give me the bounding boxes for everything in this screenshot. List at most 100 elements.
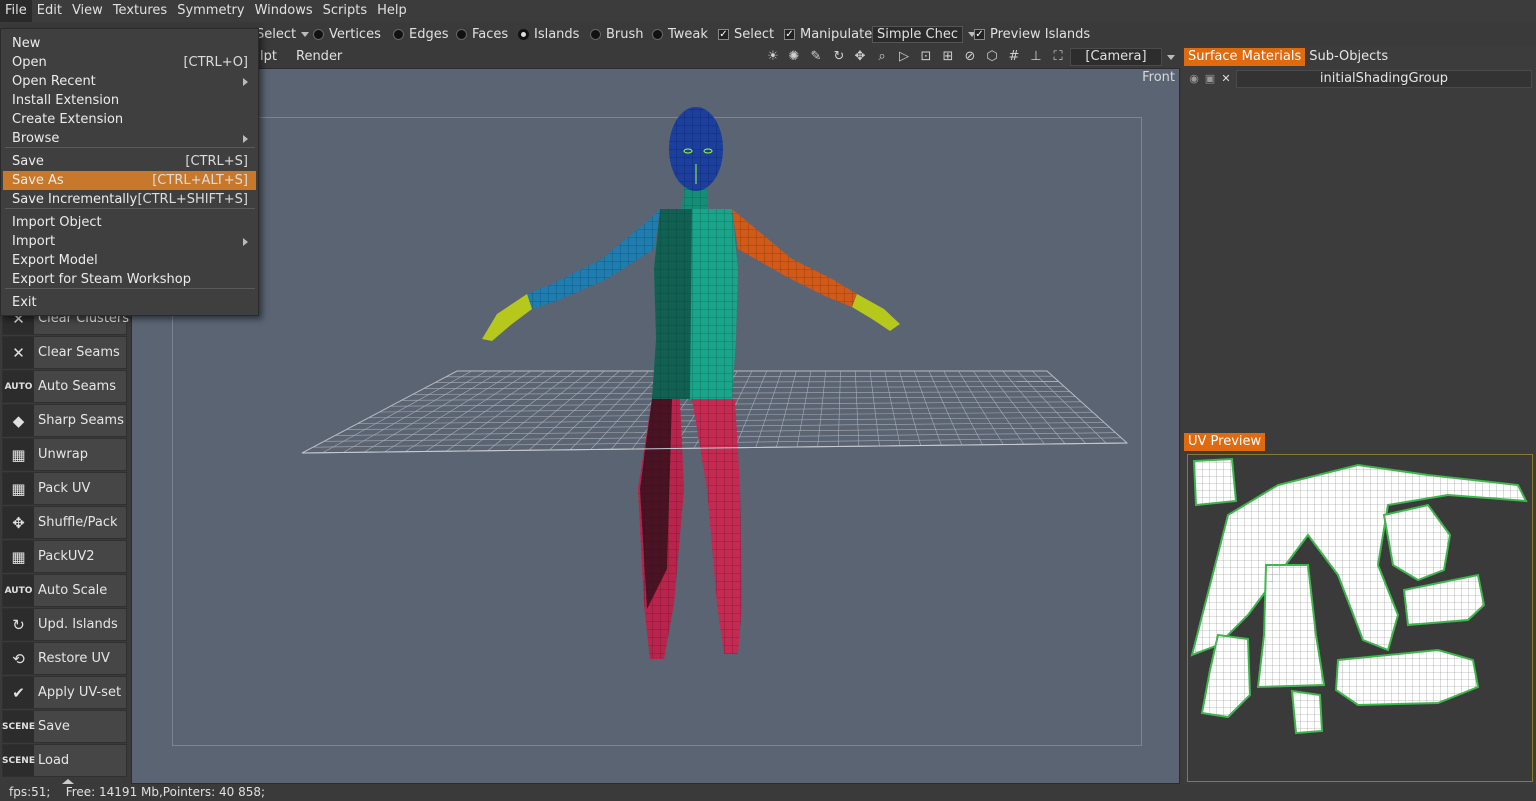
axis-icon[interactable]: ⊥: [1028, 49, 1044, 65]
tool-button-sharp-seams[interactable]: ◆ Sharp Seams: [2, 404, 127, 437]
tool-button-save[interactable]: SCENE Save: [2, 710, 127, 743]
menu-item-label: Exit: [12, 295, 37, 310]
tool-button-upd-islands[interactable]: ↻ Upd. Islands: [2, 608, 127, 641]
menu-view[interactable]: View: [67, 0, 108, 22]
menu-item-shortcut: [CTRL+O]: [183, 55, 248, 70]
lock-icon[interactable]: ▣: [1202, 71, 1218, 87]
file-menu-item-new[interactable]: New: [3, 34, 256, 53]
mode-label: Islands: [534, 27, 580, 42]
file-menu-item-create-extension[interactable]: Create Extension: [3, 110, 256, 129]
file-menu-item-save-as[interactable]: Save As [CTRL+ALT+S]: [3, 171, 256, 190]
manipulate-checkbox[interactable]: ✓ Manipulate: [784, 26, 872, 43]
tool-button-clear-seams[interactable]: ✕ Clear Seams: [2, 336, 127, 369]
fit-selected-icon[interactable]: ⊞: [940, 49, 956, 65]
mode-brush[interactable]: Brush: [590, 26, 644, 43]
file-menu-item-browse[interactable]: Browse: [3, 129, 256, 148]
tool-button-shuffle-pack[interactable]: ✥ Shuffle/Pack: [2, 506, 127, 539]
tool-button-auto-scale[interactable]: AUTO Auto Scale: [2, 574, 127, 607]
radio-icon: [652, 29, 663, 40]
right-panel: Surface Materials Sub-Objects ◉ ▣ ✕ init…: [1182, 46, 1536, 784]
file-menu-item-export-model[interactable]: Export Model: [3, 251, 256, 270]
material-name[interactable]: initialShadingGroup: [1236, 70, 1532, 88]
menu-item-label: Install Extension: [12, 93, 120, 108]
chevron-down-icon[interactable]: [1167, 55, 1175, 60]
menu-scripts[interactable]: Scripts: [318, 0, 372, 22]
tool-button-apply-uv-set[interactable]: ✔ Apply UV-set: [2, 676, 127, 709]
tool-button-pack-uv[interactable]: ▦ Pack UV: [2, 472, 127, 505]
uv-preview-title[interactable]: UV Preview: [1184, 433, 1266, 451]
checkbox-label: Manipulate: [800, 27, 873, 42]
tool-icon: SCENE: [2, 711, 35, 742]
brush-icon[interactable]: ✎: [808, 49, 824, 65]
tab-sculpt[interactable]: lpt: [260, 49, 277, 64]
tool-button-restore-uv[interactable]: ⟲ Restore UV: [2, 642, 127, 675]
play-icon[interactable]: ▷: [896, 49, 912, 65]
material-row[interactable]: ◉ ▣ ✕ initialShadingGroup: [1186, 70, 1532, 88]
file-menu-item-import-object[interactable]: Import Object: [3, 213, 256, 232]
eye-icon[interactable]: ◉: [1186, 71, 1202, 87]
tool-button-unwrap[interactable]: ▦ Unwrap: [2, 438, 127, 471]
uv-preview-panel[interactable]: [1187, 454, 1533, 782]
menu-windows[interactable]: Windows: [250, 0, 318, 22]
file-menu-item-exit[interactable]: Exit: [3, 293, 256, 312]
scene-canvas[interactable]: [132, 69, 1179, 783]
tab-render[interactable]: Render: [296, 49, 342, 64]
mode-islands[interactable]: Islands: [518, 26, 579, 43]
mode-tweak[interactable]: Tweak: [652, 26, 708, 43]
tool-button-packuv2[interactable]: ▦ PackUV2: [2, 540, 127, 573]
mode-label: Brush: [606, 27, 644, 42]
fit-all-icon[interactable]: ⊡: [918, 49, 934, 65]
cube-icon[interactable]: ⬡: [984, 49, 1000, 65]
file-menu-item-install-extension[interactable]: Install Extension: [3, 91, 256, 110]
tool-label: Save: [38, 719, 70, 734]
tab-sub-objects[interactable]: Sub-Objects: [1305, 48, 1392, 66]
file-menu-item-save[interactable]: Save [CTRL+S]: [3, 152, 256, 171]
mode-vertices[interactable]: Vertices: [313, 26, 381, 43]
grid-icon[interactable]: #: [1006, 49, 1022, 65]
move-icon[interactable]: ✥: [852, 49, 868, 65]
preview-islands-checkbox[interactable]: ✓ Preview Islands: [974, 26, 1090, 43]
sun-icon[interactable]: ☀: [765, 49, 781, 65]
camera-combo[interactable]: [Camera]: [1070, 48, 1162, 66]
3d-viewport[interactable]: Front: [131, 68, 1180, 784]
menu-item-label: Open: [12, 55, 47, 70]
tool-icon: ▦: [3, 541, 34, 572]
menu-symmetry[interactable]: Symmetry: [172, 0, 249, 22]
menu-separator: [5, 147, 255, 148]
select-checkbox[interactable]: ✓ Select: [718, 26, 774, 43]
zoom-icon[interactable]: ⌕: [874, 49, 890, 65]
file-menu-item-export-for-steam-workshop[interactable]: Export for Steam Workshop: [3, 270, 256, 289]
tool-button-load[interactable]: SCENE Load: [2, 744, 127, 777]
file-menu-item-open[interactable]: Open [CTRL+O]: [3, 53, 256, 72]
menu-help[interactable]: Help: [372, 0, 412, 22]
file-menu-dropdown: New Open [CTRL+O] Open Recent Install Extens…: [0, 28, 259, 316]
tab-surface-materials[interactable]: Surface Materials: [1184, 48, 1306, 66]
select-mode-combo[interactable]: Select: [256, 26, 310, 43]
menu-file[interactable]: File: [0, 0, 32, 22]
panel-collapse-handle[interactable]: [62, 779, 74, 784]
fullscreen-icon[interactable]: ⛶: [1050, 49, 1066, 65]
tool-label: PackUV2: [38, 549, 95, 564]
no-entry-icon[interactable]: ⊘: [962, 49, 978, 65]
tool-icon: ◆: [3, 405, 34, 436]
checker-combo-value: Simple Chec: [872, 26, 963, 43]
checker-combo[interactable]: Simple Chec: [872, 26, 976, 43]
tool-panel: ✕ Clear Clusters ✕ Clear Seams AUTO Auto Seam…: [0, 302, 129, 780]
checkbox-label: Select: [734, 27, 775, 42]
tool-icon: ✕: [3, 337, 34, 368]
menu-item-label: Export Model: [12, 253, 98, 268]
close-icon[interactable]: ✕: [1218, 71, 1234, 87]
tool-icon: AUTO: [3, 575, 34, 606]
tool-button-auto-seams[interactable]: AUTO Auto Seams: [2, 370, 127, 403]
file-menu-item-import[interactable]: Import: [3, 232, 256, 251]
light-icon[interactable]: ✺: [786, 49, 802, 65]
menu-textures[interactable]: Textures: [108, 0, 172, 22]
file-menu-item-save-incrementally[interactable]: Save Incrementally [CTRL+SHIFT+S]: [3, 190, 256, 209]
checkbox-label: Preview Islands: [990, 27, 1091, 42]
file-menu-item-open-recent[interactable]: Open Recent: [3, 72, 256, 91]
mode-faces[interactable]: Faces: [456, 26, 508, 43]
mode-edges[interactable]: Edges: [393, 26, 449, 43]
menu-separator: [5, 208, 255, 209]
rotate-icon[interactable]: ↻: [831, 49, 847, 65]
menu-edit[interactable]: Edit: [32, 0, 67, 22]
